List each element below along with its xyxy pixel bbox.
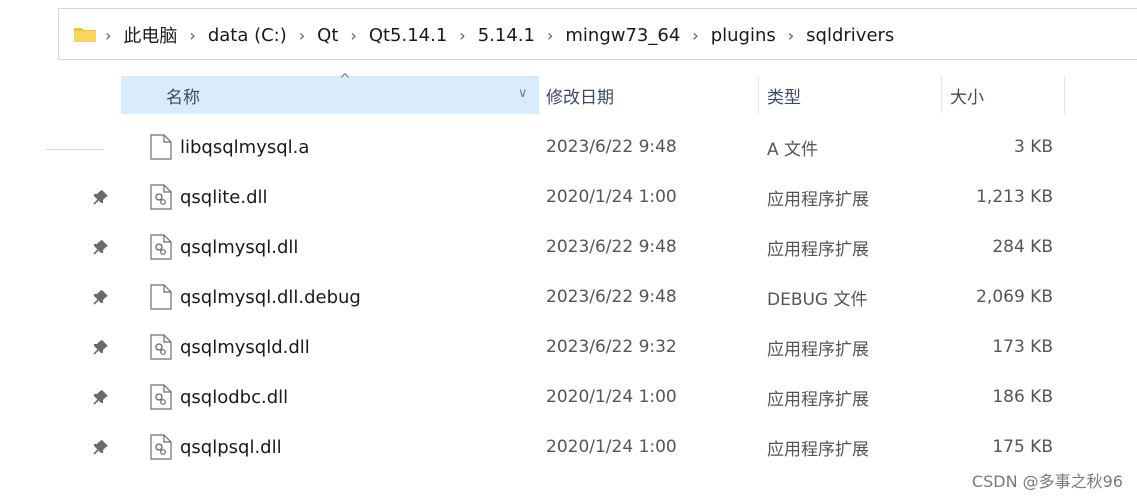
file-name: qsqlodbc.dll bbox=[180, 386, 289, 408]
chevron-down-icon[interactable]: ∨ bbox=[518, 86, 528, 101]
breadcrumb-item[interactable]: data (C:) bbox=[208, 25, 287, 46]
file-type: 应用程序扩展 bbox=[767, 439, 869, 460]
chevron-right-icon[interactable]: › bbox=[189, 26, 195, 45]
file-row[interactable]: qsqlmysql.dll 2023/6/22 9:48 应用程序扩展 284 KB bbox=[121, 222, 1137, 272]
address-bar[interactable]: › 此电脑 › data (C:) › Qt › Qt5.14.1 › 5.14.1 › mingw7… bbox=[58, 8, 1137, 60]
file-name: qsqlmysql.dll bbox=[180, 236, 299, 258]
breadcrumb-item[interactable]: plugins bbox=[711, 25, 776, 46]
modified-date: 2023/6/22 9:48 bbox=[546, 237, 677, 257]
dll-icon bbox=[150, 234, 172, 260]
file-row[interactable]: qsqlmysql.dll.debug 2023/6/22 9:48 DEBUG 文… bbox=[121, 272, 1137, 322]
file-name: libqsqlmysql.a bbox=[180, 136, 310, 158]
dll-icon bbox=[150, 434, 172, 460]
pin-icon[interactable] bbox=[92, 338, 110, 356]
chevron-right-icon[interactable]: › bbox=[547, 26, 553, 45]
name-column-label[interactable]: 名称 bbox=[166, 76, 200, 114]
file-row[interactable]: libqsqlmysql.a 2023/6/22 9:48 A 文件 3 KB bbox=[121, 122, 1137, 172]
file-size: 173 KB bbox=[992, 337, 1053, 357]
file-row[interactable]: qsqlite.dll 2020/1/24 1:00 应用程序扩展 1,213 KB bbox=[121, 172, 1137, 222]
modified-date: 2023/6/22 9:48 bbox=[546, 287, 677, 307]
modified-date: 2023/6/22 9:48 bbox=[546, 137, 677, 157]
column-divider[interactable] bbox=[758, 76, 759, 114]
column-header: ^ 名称 ∨ 修改日期 类型 大小 bbox=[121, 72, 1137, 114]
file-type: 应用程序扩展 bbox=[767, 189, 869, 210]
file-row[interactable]: qsqlpsql.dll 2020/1/24 1:00 应用程序扩展 175 KB bbox=[121, 422, 1137, 472]
chevron-right-icon[interactable]: › bbox=[350, 26, 356, 45]
chevron-right-icon[interactable]: › bbox=[459, 26, 465, 45]
chevron-right-icon[interactable]: › bbox=[299, 26, 305, 45]
pin-icon[interactable] bbox=[92, 438, 110, 456]
breadcrumb-item[interactable]: 此电脑 bbox=[123, 22, 177, 48]
modified-date: 2020/1/24 1:00 bbox=[546, 187, 677, 207]
file-type: DEBUG 文件 bbox=[767, 289, 868, 310]
file-size: 186 KB bbox=[992, 387, 1053, 407]
breadcrumb-item[interactable]: Qt5.14.1 bbox=[369, 25, 447, 46]
file-row[interactable]: qsqlmysqld.dll 2023/6/22 9:32 应用程序扩展 173 KB bbox=[121, 322, 1137, 372]
file-name: qsqlmysqld.dll bbox=[180, 336, 310, 358]
folder-icon bbox=[74, 28, 96, 42]
date-column-header[interactable]: 修改日期 bbox=[546, 76, 614, 114]
file-icon bbox=[150, 284, 172, 310]
file-name: qsqlpsql.dll bbox=[180, 436, 282, 458]
column-divider[interactable] bbox=[538, 76, 539, 114]
file-size: 1,213 KB bbox=[976, 187, 1053, 207]
breadcrumb-item[interactable]: Qt bbox=[317, 25, 338, 46]
breadcrumb: › 此电脑 › data (C:) › Qt › Qt5.14.1 › 5.14.1 › mingw7… bbox=[105, 9, 894, 61]
file-row[interactable]: qsqlodbc.dll 2020/1/24 1:00 应用程序扩展 186 KB bbox=[121, 372, 1137, 422]
chevron-right-icon[interactable]: › bbox=[692, 26, 698, 45]
file-size: 2,069 KB bbox=[976, 287, 1053, 307]
file-type: A 文件 bbox=[767, 139, 819, 160]
file-size: 175 KB bbox=[992, 437, 1053, 457]
dll-icon bbox=[150, 334, 172, 360]
file-size: 284 KB bbox=[992, 237, 1053, 257]
sort-ascending-icon: ^ bbox=[339, 72, 351, 88]
column-divider[interactable] bbox=[941, 76, 942, 114]
file-name: qsqlite.dll bbox=[180, 186, 268, 208]
file-size: 3 KB bbox=[1013, 137, 1053, 157]
pin-icon[interactable] bbox=[92, 288, 110, 306]
file-type: 应用程序扩展 bbox=[767, 389, 869, 410]
pin-icon[interactable] bbox=[92, 388, 110, 406]
watermark: CSDN @多事之秋96 bbox=[971, 472, 1123, 491]
nav-pane-divider bbox=[46, 149, 104, 150]
modified-date: 2023/6/22 9:32 bbox=[546, 337, 677, 357]
file-icon bbox=[150, 134, 172, 160]
file-type: 应用程序扩展 bbox=[767, 239, 869, 260]
chevron-right-icon[interactable]: › bbox=[105, 26, 111, 45]
column-divider[interactable] bbox=[1064, 76, 1065, 114]
breadcrumb-item[interactable]: 5.14.1 bbox=[478, 25, 535, 46]
breadcrumb-item[interactable]: sqldrivers bbox=[806, 25, 894, 46]
pin-icon[interactable] bbox=[92, 188, 110, 206]
modified-date: 2020/1/24 1:00 bbox=[546, 387, 677, 407]
pin-icon[interactable] bbox=[92, 238, 110, 256]
type-column-header[interactable]: 类型 bbox=[767, 76, 801, 114]
file-name: qsqlmysql.dll.debug bbox=[180, 286, 361, 308]
size-column-header[interactable]: 大小 bbox=[950, 76, 984, 114]
breadcrumb-item[interactable]: mingw73_64 bbox=[565, 25, 680, 46]
modified-date: 2020/1/24 1:00 bbox=[546, 437, 677, 457]
chevron-right-icon[interactable]: › bbox=[788, 26, 794, 45]
file-type: 应用程序扩展 bbox=[767, 339, 869, 360]
dll-icon bbox=[150, 384, 172, 410]
dll-icon bbox=[150, 184, 172, 210]
